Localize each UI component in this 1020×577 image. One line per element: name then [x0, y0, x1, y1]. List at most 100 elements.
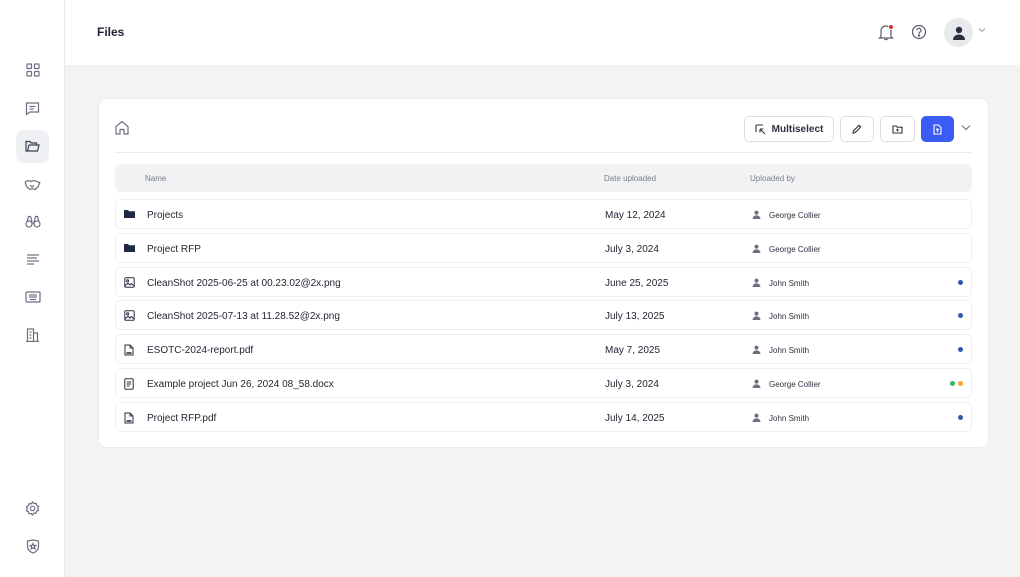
nav-security[interactable]: [16, 530, 49, 563]
binoculars-icon: [24, 215, 41, 228]
pdf-file-icon: [124, 344, 134, 356]
file-row[interactable]: Example project Jun 26, 2024 08_58.docx J…: [115, 368, 972, 398]
uploader-name: George Collier: [769, 380, 821, 389]
file-name[interactable]: CleanShot 2025-07-13 at 11.28.52@2x.png: [147, 311, 340, 322]
uploader-avatar: [752, 278, 761, 287]
user-icon: [752, 244, 761, 253]
file-name[interactable]: Projects: [147, 210, 183, 221]
toolbar-divider: [115, 152, 972, 153]
new-folder-button[interactable]: [880, 116, 915, 142]
building-icon: [26, 327, 39, 342]
upload-options-toggle[interactable]: [961, 124, 971, 131]
file-type-icon: [124, 310, 135, 321]
file-row[interactable]: CleanShot 2025-07-13 at 11.28.52@2x.png J…: [115, 300, 972, 330]
file-name[interactable]: CleanShot 2025-06-25 at 00.23.02@2x.png: [147, 278, 341, 289]
multiselect-button[interactable]: Multiselect: [744, 116, 834, 142]
uploader-name: John Smith: [769, 346, 810, 355]
uploader-avatar: [752, 210, 761, 219]
text-lines-icon: [26, 253, 39, 265]
page-title: Files: [97, 25, 125, 39]
folder-icon: [124, 210, 135, 218]
status-dot: [958, 381, 963, 386]
file-name[interactable]: Project RFP.pdf: [147, 413, 216, 424]
user-icon: [752, 278, 761, 287]
folder-row[interactable]: Project RFP July 3, 2024 George Collier: [115, 233, 972, 263]
folder-icon: [124, 244, 135, 252]
table-header: Name Date uploaded Uploaded by: [115, 164, 972, 192]
uploader-name: John Smith: [769, 312, 810, 321]
uploader-name: George Collier: [769, 245, 821, 254]
help-button[interactable]: [909, 22, 929, 42]
file-date-uploaded: May 7, 2025: [605, 345, 661, 356]
file-name[interactable]: ESOTC-2024-report.pdf: [147, 345, 253, 356]
keyboard-icon: [24, 290, 41, 303]
column-uploaded-by[interactable]: Uploaded by: [750, 174, 795, 183]
file-type-icon: [124, 378, 134, 390]
folder-plus-icon: [892, 124, 903, 134]
notifications-button[interactable]: [876, 22, 896, 42]
file-type-icon: [124, 344, 134, 356]
upload-file-button[interactable]: [921, 116, 954, 142]
status-dot: [950, 381, 955, 386]
account-menu-toggle[interactable]: [978, 27, 986, 33]
folder-icon: [25, 140, 40, 152]
dashboard-icon: [25, 62, 40, 77]
rename-button[interactable]: [840, 116, 874, 142]
nav-files[interactable]: [16, 130, 49, 163]
uploader-name: George Collier: [769, 211, 821, 220]
nav-forms[interactable]: [16, 280, 49, 313]
breadcrumb-home[interactable]: [114, 120, 130, 135]
status-indicators: [958, 313, 963, 318]
handshake-icon: [24, 179, 41, 190]
sidebar: [0, 0, 65, 577]
uploader-avatar: [752, 311, 761, 320]
uploader-name: John Smith: [769, 414, 810, 423]
file-date-uploaded: July 3, 2024: [605, 379, 659, 390]
chat-icon: [25, 102, 40, 116]
column-name[interactable]: Name: [145, 174, 166, 183]
user-avatar[interactable]: [944, 18, 973, 47]
status-indicators: [958, 280, 963, 285]
uploader-avatar: [752, 244, 761, 253]
status-dot: [958, 415, 963, 420]
nav-deals[interactable]: [16, 168, 49, 201]
file-date-uploaded: June 25, 2025: [605, 278, 669, 289]
image-icon: [124, 277, 135, 288]
user-icon: [752, 210, 761, 219]
file-name[interactable]: Project RFP: [147, 244, 201, 255]
nav-messages[interactable]: [16, 92, 49, 125]
chevron-down-icon: [978, 28, 986, 33]
status-dot: [958, 347, 963, 352]
uploader-avatar: [752, 345, 761, 354]
help-circle-icon: [911, 24, 927, 40]
status-indicators: [958, 415, 963, 420]
file-row[interactable]: ESOTC-2024-report.pdf May 7, 2025 John Smi…: [115, 334, 972, 364]
uploader-avatar: [752, 379, 761, 388]
user-icon: [752, 413, 761, 422]
uploader-name: John Smith: [769, 279, 810, 288]
status-dot: [958, 313, 963, 318]
file-row[interactable]: CleanShot 2025-06-25 at 00.23.02@2x.png J…: [115, 267, 972, 297]
pencil-icon: [852, 124, 862, 134]
nav-documents[interactable]: [16, 242, 49, 275]
file-type-icon: [124, 209, 135, 219]
pdf-file-icon: [124, 412, 134, 424]
file-date-uploaded: July 14, 2025: [605, 413, 665, 424]
nav-settings[interactable]: [16, 492, 49, 525]
nav-organizations[interactable]: [16, 318, 49, 351]
file-name[interactable]: Example project Jun 26, 2024 08_58.docx: [147, 379, 334, 390]
folder-row[interactable]: Projects May 12, 2024 George Collier: [115, 199, 972, 229]
file-type-icon: [124, 412, 134, 424]
shield-icon: [26, 539, 39, 554]
file-type-icon: [124, 277, 135, 288]
multiselect-label: Multiselect: [771, 123, 824, 135]
files-card: Multiselect Name Date uploaded Uploaded …: [98, 98, 989, 448]
select-cursor-icon: [755, 123, 766, 134]
nav-dashboard[interactable]: [16, 53, 49, 86]
uploader-avatar: [752, 413, 761, 422]
column-date-uploaded[interactable]: Date uploaded: [604, 174, 656, 183]
file-row[interactable]: Project RFP.pdf July 14, 2025 John Smith: [115, 402, 972, 432]
nav-explore[interactable]: [16, 205, 49, 238]
status-dot: [958, 280, 963, 285]
file-date-uploaded: July 3, 2024: [605, 244, 659, 255]
